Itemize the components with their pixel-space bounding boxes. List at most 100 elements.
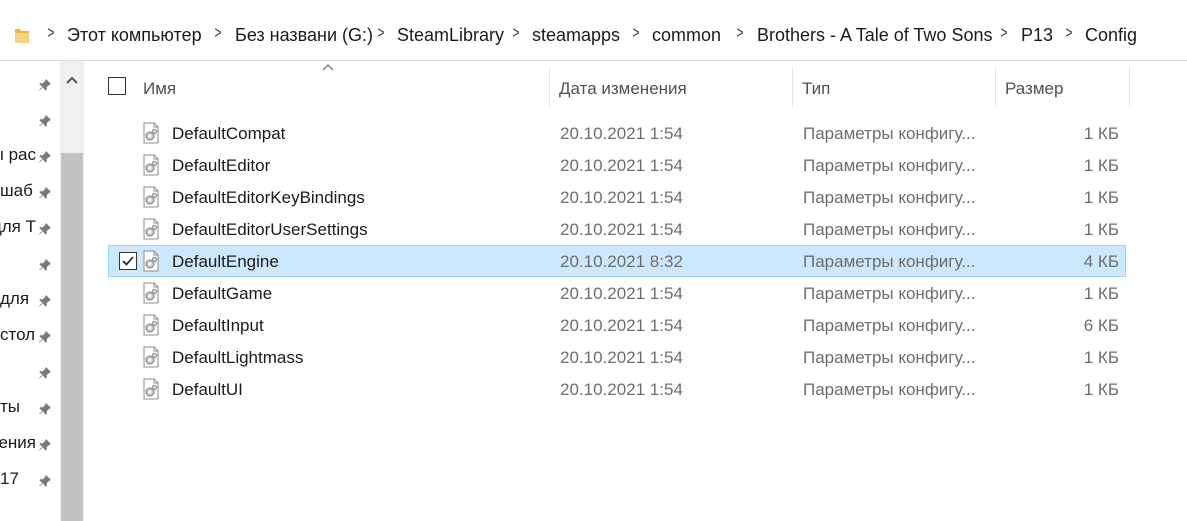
file-name: DefaultEditorUserSettings (172, 220, 368, 239)
nav-item-label[interactable]: ты (0, 397, 36, 417)
file-type: Параметры конфигу... (803, 348, 976, 367)
config-file-icon (143, 218, 159, 240)
file-date-modified: 20.10.2021 8:32 (560, 252, 683, 271)
column-header: Имя Дата изменения Тип Размер (98, 61, 1130, 111)
config-file-icon (143, 378, 159, 400)
checkmark-icon (122, 256, 134, 266)
config-file-icon (143, 282, 159, 304)
file-size: 6 КБ (1083, 316, 1119, 335)
nav-item-label[interactable]: стол (0, 325, 36, 345)
nav-item-label[interactable]: для Т (0, 217, 36, 237)
pin-icon[interactable] (38, 330, 52, 344)
file-row[interactable]: DefaultInput 20.10.2021 1:54 Параметры кон… (108, 309, 1126, 341)
nav-item-label[interactable]: ы рас (0, 145, 36, 165)
file-list: DefaultCompat 20.10.2021 1:54 Параметры ко… (108, 117, 1126, 405)
file-row[interactable]: DefaultUI 20.10.2021 1:54 Параметры конфиг… (108, 373, 1126, 405)
breadcrumb-item[interactable]: SteamLibrary (397, 25, 504, 46)
chevron-right-icon[interactable]: > (1000, 23, 1007, 43)
config-file-icon (143, 154, 159, 176)
pin-icon[interactable] (38, 222, 52, 236)
file-name: DefaultLightmass (172, 348, 304, 367)
file-name: DefaultEngine (172, 252, 279, 271)
file-type: Параметры конфигу... (803, 380, 976, 399)
file-size: 1 КБ (1083, 284, 1119, 303)
pin-icon[interactable] (38, 78, 52, 92)
sort-ascending-icon (322, 64, 334, 71)
nav-item-label[interactable]: шаб (0, 181, 36, 201)
file-type: Параметры конфигу... (803, 188, 976, 207)
column-divider[interactable] (995, 67, 996, 107)
nav-item-label[interactable]: 17 (0, 469, 36, 489)
chevron-right-icon[interactable]: > (512, 23, 519, 43)
breadcrumb-item[interactable]: steamapps (532, 25, 620, 46)
file-date-modified: 20.10.2021 1:54 (560, 284, 683, 303)
breadcrumb-item[interactable]: common (652, 25, 721, 46)
navigation-pane: ы рас шаб для Т для стол ты жения 17 (0, 61, 88, 521)
chevron-right-icon[interactable]: > (47, 23, 54, 43)
file-size: 4 КБ (1083, 252, 1119, 271)
pin-icon[interactable] (38, 366, 52, 380)
chevron-right-icon[interactable]: > (1065, 23, 1072, 43)
file-name: DefaultCompat (172, 124, 286, 143)
config-file-icon (143, 122, 159, 144)
pin-icon[interactable] (38, 294, 52, 308)
breadcrumb-item[interactable]: P13 (1021, 25, 1053, 46)
breadcrumb-item[interactable]: Без названи (G:) (235, 25, 373, 46)
pin-icon[interactable] (38, 186, 52, 200)
file-name: DefaultEditorKeyBindings (172, 188, 365, 207)
config-file-icon (143, 186, 159, 208)
config-file-icon (143, 346, 159, 368)
column-divider[interactable] (549, 67, 550, 107)
file-type: Параметры конфигу... (803, 252, 976, 271)
file-row[interactable]: DefaultCompat 20.10.2021 1:54 Параметры ко… (108, 117, 1126, 149)
nav-scrollbar[interactable] (60, 61, 84, 521)
file-row[interactable]: DefaultEngine 20.10.2021 8:32 Параметры ко… (108, 245, 1126, 277)
file-type: Параметры конфигу... (803, 156, 976, 175)
file-size: 1 КБ (1083, 156, 1119, 175)
pin-icon[interactable] (38, 402, 52, 416)
config-file-icon (143, 250, 159, 272)
file-name: DefaultUI (172, 380, 243, 399)
pin-icon[interactable] (38, 474, 52, 488)
breadcrumb-item[interactable]: Этот компьютер (67, 25, 202, 46)
file-row[interactable]: DefaultEditor 20.10.2021 1:54 Параметры ко… (108, 149, 1126, 181)
file-size: 1 КБ (1083, 188, 1119, 207)
chevron-right-icon[interactable]: > (377, 23, 384, 43)
file-size: 1 КБ (1083, 348, 1119, 367)
pin-icon[interactable] (38, 114, 52, 128)
column-name-header[interactable]: Имя (143, 79, 176, 99)
folder-icon (15, 29, 29, 43)
column-divider[interactable] (792, 67, 793, 107)
file-type: Параметры конфигу... (803, 220, 976, 239)
file-date-modified: 20.10.2021 1:54 (560, 348, 683, 367)
file-name: DefaultEditor (172, 156, 271, 175)
row-checkbox[interactable] (119, 252, 137, 270)
select-all-checkbox[interactable] (108, 77, 126, 95)
file-name: DefaultGame (172, 284, 273, 303)
scrollbar-thumb[interactable] (61, 153, 83, 521)
nav-item-label[interactable]: для (0, 289, 36, 309)
breadcrumb-item[interactable]: Config (1085, 25, 1137, 46)
pin-icon[interactable] (38, 150, 52, 164)
file-row[interactable]: DefaultLightmass 20.10.2021 1:54 Параметры… (108, 341, 1126, 373)
config-file-icon (143, 314, 159, 336)
column-divider[interactable] (1129, 67, 1130, 107)
file-row[interactable]: DefaultGame 20.10.2021 1:54 Параметры конф… (108, 277, 1126, 309)
file-size: 1 КБ (1083, 124, 1119, 143)
column-size-header[interactable]: Размер (1005, 79, 1063, 99)
pin-icon[interactable] (38, 438, 52, 452)
nav-item-label[interactable]: жения (0, 433, 36, 453)
chevron-right-icon[interactable]: > (736, 23, 743, 43)
column-type-header[interactable]: Тип (802, 79, 830, 99)
file-row[interactable]: DefaultEditorKeyBindings 20.10.2021 1:54 П… (108, 181, 1126, 213)
chevron-right-icon[interactable]: > (214, 23, 221, 43)
pin-icon[interactable] (38, 258, 52, 272)
column-date-header[interactable]: Дата изменения (559, 79, 687, 99)
scroll-up-icon[interactable] (60, 69, 84, 93)
chevron-right-icon[interactable]: > (632, 23, 639, 43)
breadcrumb-item[interactable]: Brothers - A Tale of Two Sons (757, 25, 992, 46)
file-row[interactable]: DefaultEditorUserSettings 20.10.2021 1:54… (108, 213, 1126, 245)
file-type: Параметры конфигу... (803, 124, 976, 143)
file-date-modified: 20.10.2021 1:54 (560, 156, 683, 175)
address-bar[interactable]: > Этот компьютер > Без названи (G:) > SteamLi… (0, 8, 1187, 61)
